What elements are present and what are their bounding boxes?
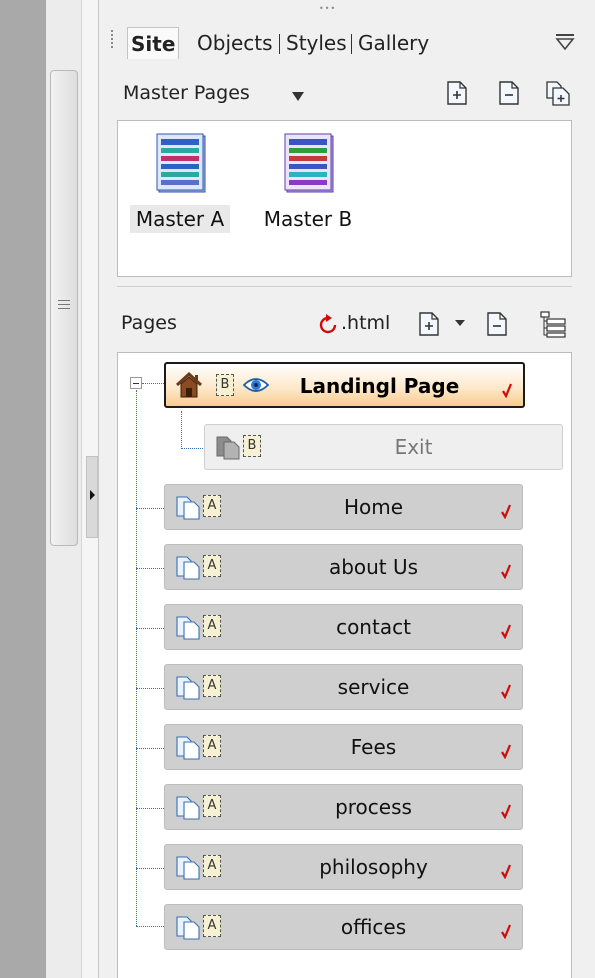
pages-label: Pages bbox=[121, 312, 177, 334]
delete-page-icon[interactable] bbox=[486, 311, 508, 337]
delete-master-icon[interactable] bbox=[498, 80, 520, 106]
page-icon bbox=[176, 556, 200, 580]
master-pages-dropdown-icon[interactable] bbox=[292, 92, 304, 101]
tree-connector bbox=[142, 383, 164, 384]
master-badge: A bbox=[203, 615, 221, 637]
panel-menu-icon[interactable] bbox=[554, 31, 576, 53]
site-panel: ••• Site Objects Styles Gallery Master P… bbox=[98, 0, 595, 978]
page-name: offices bbox=[340, 915, 407, 939]
master-thumbnail-icon bbox=[156, 133, 206, 193]
checkmark-icon bbox=[501, 504, 512, 519]
page-name: contact bbox=[336, 615, 411, 639]
page-name: Home bbox=[343, 495, 404, 519]
page-name: service bbox=[337, 675, 410, 699]
page-item[interactable]: A contact bbox=[164, 604, 523, 650]
collapse-arrow-icon bbox=[90, 490, 95, 500]
tree-connector bbox=[136, 390, 137, 926]
checkmark-icon bbox=[501, 804, 512, 819]
master-badge: A bbox=[203, 555, 221, 577]
checkmark-icon bbox=[501, 564, 512, 579]
tree-connector bbox=[136, 628, 164, 629]
page-icon bbox=[176, 736, 200, 760]
tab-grip-icon[interactable] bbox=[111, 30, 115, 48]
tree-connector bbox=[136, 688, 164, 689]
master-item-b[interactable]: Master B bbox=[258, 129, 358, 235]
master-label: Master A bbox=[130, 205, 230, 233]
pages-tree: B Landingl Page B Exit A Home A about Us… bbox=[117, 352, 572, 978]
tree-connector bbox=[136, 508, 164, 509]
refresh-html-icon[interactable] bbox=[318, 313, 340, 337]
checkmark-icon bbox=[501, 924, 512, 939]
master-badge: B bbox=[216, 374, 234, 396]
new-page-icon[interactable] bbox=[418, 311, 440, 337]
new-page-dropdown-icon[interactable] bbox=[455, 320, 465, 326]
tab-site[interactable]: Site bbox=[127, 27, 180, 59]
master-thumbnail-icon bbox=[284, 133, 334, 193]
page-name: Landingl Page bbox=[299, 374, 460, 398]
page-item[interactable]: A philosophy bbox=[164, 844, 523, 890]
tree-connector bbox=[181, 411, 182, 449]
tab-separator bbox=[351, 34, 352, 54]
page-name: about Us bbox=[328, 555, 419, 579]
tab-styles[interactable]: Styles bbox=[283, 27, 350, 59]
master-badge: A bbox=[203, 795, 221, 817]
tab-gallery[interactable]: Gallery bbox=[355, 27, 432, 59]
tree-connector bbox=[181, 448, 205, 449]
checkmark-icon bbox=[501, 744, 512, 759]
master-item-a[interactable]: Master A bbox=[130, 129, 230, 235]
page-icon bbox=[176, 676, 200, 700]
duplicate-master-icon[interactable] bbox=[545, 80, 571, 106]
master-badge: A bbox=[203, 675, 221, 697]
master-badge: A bbox=[203, 855, 221, 877]
page-list-icon[interactable] bbox=[539, 310, 567, 338]
tab-bar: Site Objects Styles Gallery bbox=[99, 18, 595, 62]
checkmark-icon bbox=[501, 684, 512, 699]
master-pages-list: Master A Master B bbox=[117, 120, 572, 277]
page-item[interactable]: A service bbox=[164, 664, 523, 710]
master-badge: A bbox=[203, 915, 221, 937]
page-item[interactable]: A process bbox=[164, 784, 523, 830]
page-item[interactable]: A offices bbox=[164, 904, 523, 950]
tree-connector bbox=[136, 926, 164, 927]
page-item[interactable]: A Fees bbox=[164, 724, 523, 770]
html-extension-label[interactable]: .html bbox=[341, 312, 390, 334]
master-badge: A bbox=[203, 495, 221, 517]
page-icon bbox=[176, 856, 200, 880]
scroll-grip-icon bbox=[58, 300, 70, 314]
tree-connector bbox=[136, 568, 164, 569]
new-master-icon[interactable] bbox=[446, 80, 468, 106]
page-name: process bbox=[335, 795, 412, 819]
page-icon bbox=[176, 796, 200, 820]
page-icon bbox=[216, 436, 240, 460]
tree-connector bbox=[136, 748, 164, 749]
tree-connector bbox=[136, 868, 164, 869]
master-badge: B bbox=[243, 435, 261, 457]
page-item-exit[interactable]: B Exit bbox=[204, 424, 563, 470]
preview-eye-icon[interactable] bbox=[242, 374, 270, 396]
page-icon bbox=[176, 496, 200, 520]
page-name: philosophy bbox=[319, 855, 428, 879]
panel-drag-grip-icon[interactable]: ••• bbox=[319, 4, 336, 13]
page-name: Fees bbox=[350, 735, 397, 759]
page-icon bbox=[176, 616, 200, 640]
checkmark-icon bbox=[502, 383, 513, 398]
tab-separator bbox=[279, 34, 280, 54]
page-item-landing[interactable]: B Landingl Page bbox=[164, 362, 525, 408]
section-divider bbox=[117, 286, 572, 287]
page-icon bbox=[176, 916, 200, 940]
page-name: Exit bbox=[394, 435, 433, 459]
master-badge: A bbox=[203, 735, 221, 757]
master-pages-label: Master Pages bbox=[123, 82, 250, 104]
tab-objects[interactable]: Objects bbox=[194, 27, 276, 59]
checkmark-icon bbox=[501, 624, 512, 639]
window-edge bbox=[0, 0, 46, 978]
tree-collapse-toggle-icon[interactable] bbox=[130, 377, 142, 389]
checkmark-icon bbox=[501, 864, 512, 879]
tree-connector bbox=[136, 808, 164, 809]
master-label: Master B bbox=[263, 207, 353, 231]
home-icon bbox=[175, 371, 203, 398]
page-item[interactable]: A Home bbox=[164, 484, 523, 530]
page-item[interactable]: A about Us bbox=[164, 544, 523, 590]
